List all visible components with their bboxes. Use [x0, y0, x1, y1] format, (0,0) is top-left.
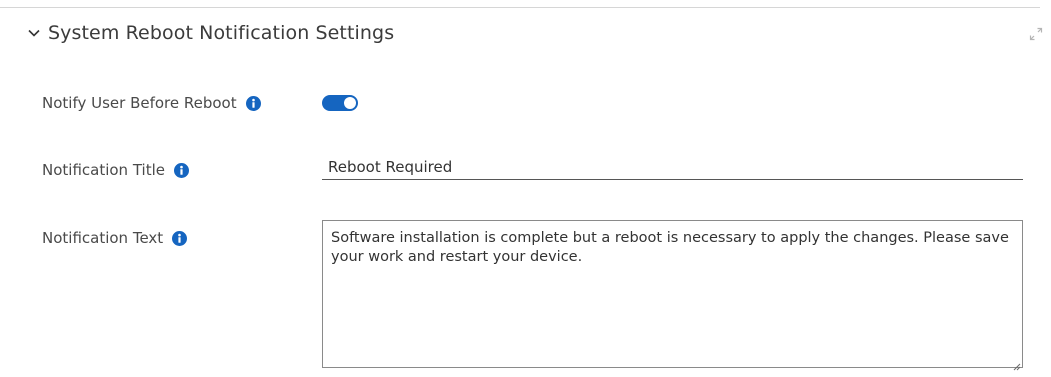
info-icon[interactable] — [173, 162, 189, 178]
notification-title-row: Notification Title — [42, 161, 189, 179]
toggle-knob — [344, 97, 356, 109]
notification-text-value[interactable]: Software installation is complete but a … — [331, 229, 1012, 267]
notify-user-row: Notify User Before Reboot — [42, 94, 261, 112]
resize-grip-icon[interactable] — [1011, 356, 1021, 371]
top-divider — [0, 7, 1040, 8]
notify-user-label: Notify User Before Reboot — [42, 94, 237, 112]
notification-title-label: Notification Title — [42, 161, 165, 179]
notification-text-row: Notification Text — [42, 229, 188, 247]
chevron-down-icon — [27, 26, 41, 40]
notification-text-textarea[interactable]: Software installation is complete but a … — [322, 220, 1023, 371]
info-icon[interactable] — [245, 95, 261, 111]
notification-text-label: Notification Text — [42, 229, 164, 247]
expand-icon[interactable] — [1029, 26, 1043, 41]
section-title: System Reboot Notification Settings — [48, 22, 395, 44]
notification-title-input[interactable] — [322, 154, 1023, 180]
notify-user-toggle[interactable] — [322, 95, 358, 111]
section-header-toggle[interactable]: System Reboot Notification Settings — [27, 20, 394, 46]
info-icon[interactable] — [172, 230, 188, 246]
